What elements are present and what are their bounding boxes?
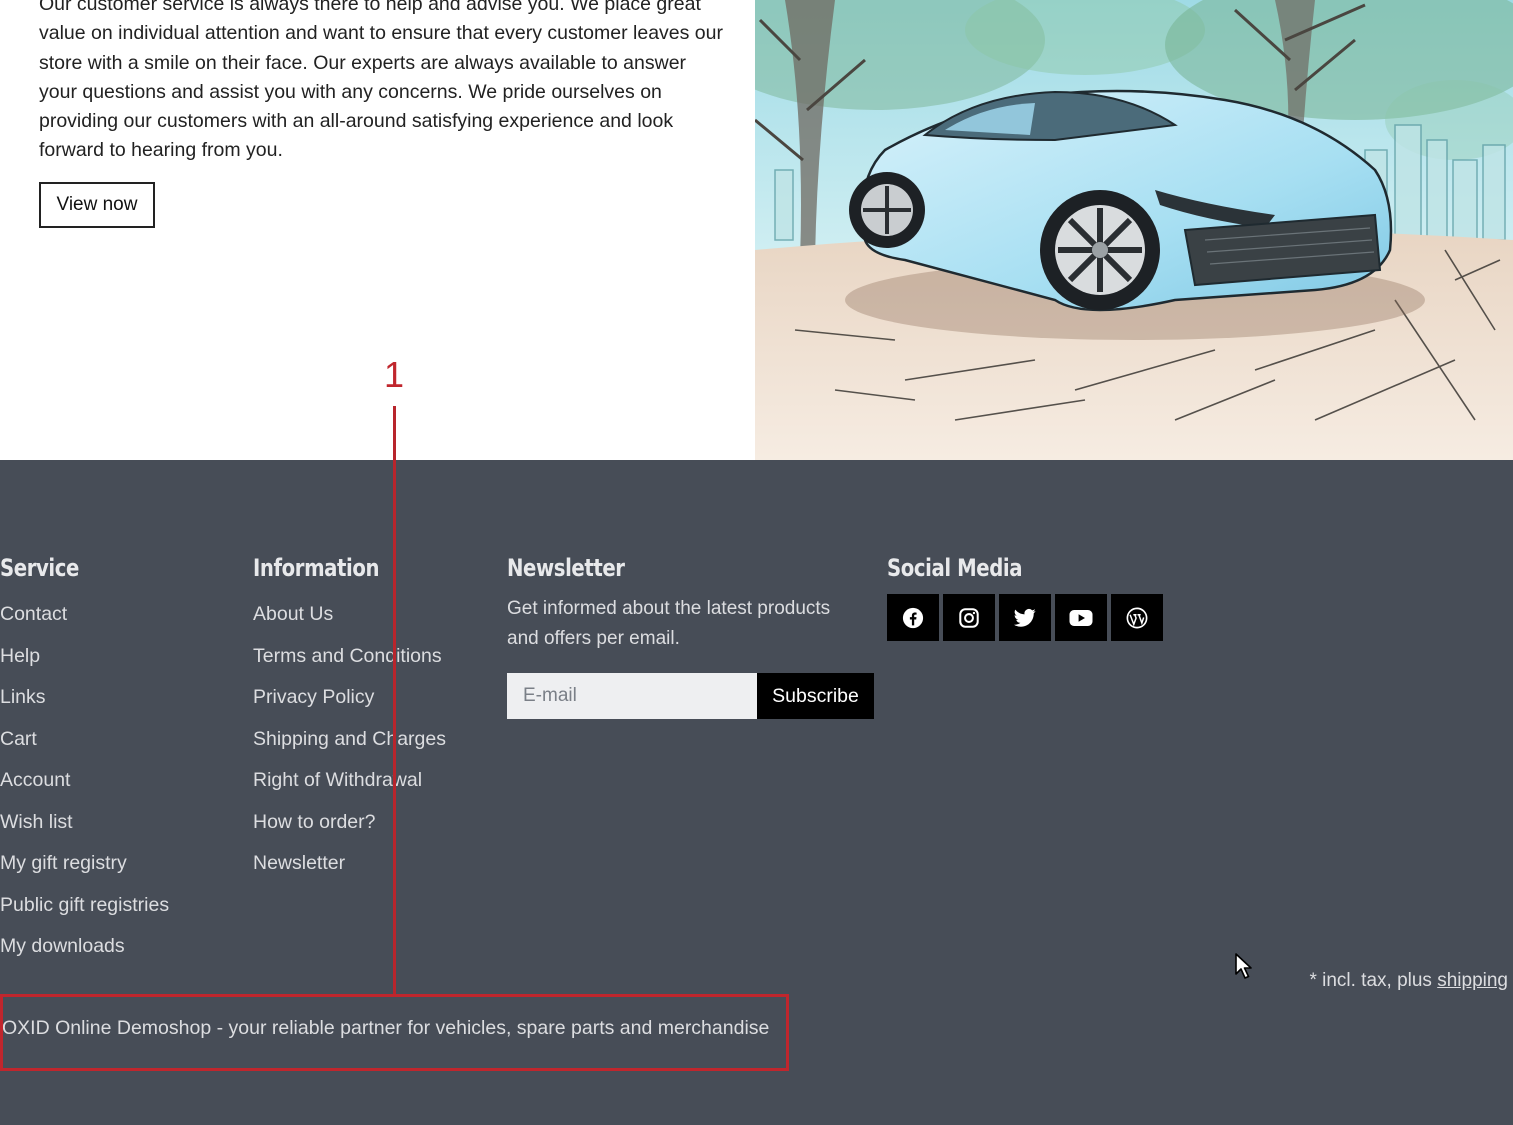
wordpress-button[interactable] [1111, 594, 1163, 641]
about-us-link[interactable]: About Us [253, 603, 333, 625]
service-links: Contact Help Links Cart Account Wish lis… [0, 603, 169, 977]
annotation-leader-line [393, 406, 396, 996]
list-item: Contact [0, 603, 169, 645]
list-item: Terms and Conditions [253, 645, 446, 687]
cart-link[interactable]: Cart [0, 728, 37, 750]
list-item: Wish list [0, 811, 169, 853]
privacy-policy-link[interactable]: Privacy Policy [253, 686, 374, 708]
newsletter-description: Get informed about the latest products a… [507, 598, 831, 649]
list-item: Right of Withdrawal [253, 769, 446, 811]
list-item: Links [0, 686, 169, 728]
mouse-cursor-icon [1235, 953, 1252, 979]
gift-registry-link[interactable]: My gift registry [0, 852, 127, 874]
terms-link[interactable]: Terms and Conditions [253, 645, 442, 667]
withdrawal-link[interactable]: Right of Withdrawal [253, 769, 422, 791]
youtube-icon [1069, 609, 1093, 626]
site-footer: Service Contact Help Links Cart Account … [0, 460, 1513, 1125]
list-item: How to order? [253, 811, 446, 853]
list-item: My downloads [0, 935, 169, 977]
view-now-button[interactable]: View now [39, 182, 155, 228]
social-links [887, 594, 1163, 641]
twitter-icon [1014, 608, 1036, 627]
tax-note: * incl. tax, plus shipping [1309, 970, 1508, 992]
instagram-button[interactable] [943, 594, 995, 641]
subscribe-button[interactable]: Subscribe [757, 673, 874, 719]
social-media-heading: Social Media [887, 554, 1023, 582]
list-item: About Us [253, 603, 446, 645]
tax-note-text: * incl. tax, plus [1309, 970, 1438, 991]
list-item: Privacy Policy [253, 686, 446, 728]
service-heading: Service [0, 554, 79, 582]
sports-car-illustration [755, 0, 1513, 460]
wish-list-link[interactable]: Wish list [0, 811, 73, 833]
facebook-icon [902, 607, 924, 628]
shop-tagline: OXID Online Demoshop - your reliable par… [2, 1017, 770, 1039]
wordpress-icon [1126, 607, 1148, 628]
shipping-link[interactable]: shipping [1437, 970, 1508, 991]
account-link[interactable]: Account [0, 769, 70, 791]
service-description: Our customer service is always there to … [39, 0, 723, 162]
list-item: My gift registry [0, 852, 169, 894]
twitter-button[interactable] [999, 594, 1051, 641]
shipping-charges-link[interactable]: Shipping and Charges [253, 728, 446, 750]
list-item: Public gift registries [0, 894, 169, 936]
annotation-number: 1 [384, 354, 405, 395]
youtube-button[interactable] [1055, 594, 1107, 641]
links-link[interactable]: Links [0, 686, 46, 708]
information-links: About Us Terms and Conditions Privacy Po… [253, 603, 446, 894]
help-link[interactable]: Help [0, 645, 40, 667]
list-item: Account [0, 769, 169, 811]
information-heading: Information [253, 554, 380, 582]
email-field[interactable] [507, 673, 757, 719]
facebook-button[interactable] [887, 594, 939, 641]
list-item: Shipping and Charges [253, 728, 446, 770]
contact-link[interactable]: Contact [0, 603, 67, 625]
public-gift-registries-link[interactable]: Public gift registries [0, 894, 169, 916]
list-item: Cart [0, 728, 169, 770]
how-to-order-link[interactable]: How to order? [253, 811, 375, 833]
list-item: Help [0, 645, 169, 687]
newsletter-link[interactable]: Newsletter [253, 852, 345, 874]
downloads-link[interactable]: My downloads [0, 935, 125, 957]
instagram-icon [959, 607, 979, 628]
newsletter-heading: Newsletter [507, 554, 625, 582]
list-item: Newsletter [253, 852, 446, 894]
